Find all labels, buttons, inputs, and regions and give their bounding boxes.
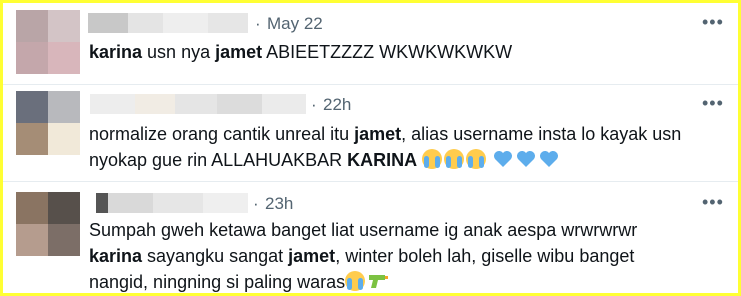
tweet-date[interactable]: 23h <box>265 194 293 214</box>
text-line: nangid, ningning si paling waras <box>89 269 637 293</box>
text: ABIEETZZZZ WKWKWKWKW <box>262 42 513 62</box>
tweet-3[interactable]: · 23h ••• Sumpah gweh ketawa banget liat… <box>3 182 738 293</box>
more-horizontal-icon[interactable]: ••• <box>702 93 724 114</box>
text-bold: jamet <box>288 246 336 266</box>
blue-heart-icon <box>494 151 513 167</box>
avatar[interactable] <box>16 91 80 155</box>
text-line: Sumpah gweh ketawa banget liat username … <box>89 217 637 243</box>
more-horizontal-icon[interactable]: ••• <box>702 12 724 33</box>
text-bold: karina <box>89 42 143 62</box>
loudly-crying-face-icon <box>466 149 487 169</box>
blurred-username[interactable] <box>90 94 306 114</box>
text: nangid, ningning si paling waras <box>89 272 346 292</box>
text-bold: karina <box>89 246 143 266</box>
avatar[interactable] <box>16 10 80 74</box>
text-bold: KARINA <box>347 150 418 170</box>
loudly-crying-face-icon <box>422 149 443 169</box>
tweet-2[interactable]: · 22h ••• normalize orang cantik unreal … <box>3 85 738 181</box>
text-line: nyokap gue rin ALLAHUAKBAR KARINA <box>89 147 681 173</box>
tweet-1[interactable]: · May 22 ••• karina usn nya jamet ABIEET… <box>3 3 738 85</box>
water-pistol-icon <box>369 275 389 288</box>
text: Sumpah gweh ketawa banget liat username … <box>89 220 638 240</box>
text-line: normalize orang cantik unreal itu jamet,… <box>89 121 681 147</box>
blurred-username[interactable] <box>96 193 248 213</box>
avatar[interactable] <box>16 192 80 256</box>
tweet-text: Sumpah gweh ketawa banget liat username … <box>89 217 637 293</box>
tweet-separator: · <box>253 194 259 213</box>
tweet-separator: · <box>311 95 317 114</box>
tweet-separator: · <box>255 14 261 33</box>
text: , alias username insta lo kayak usn <box>401 124 682 144</box>
tweet-date[interactable]: May 22 <box>267 14 323 34</box>
text: , winter boleh lah, giselle wibu banget <box>335 246 635 266</box>
loudly-crying-face-icon <box>345 271 366 291</box>
blurred-username[interactable] <box>88 13 248 33</box>
tweet-date[interactable]: 22h <box>323 95 351 115</box>
blue-heart-icon <box>517 151 536 167</box>
text: nyokap gue rin ALLAHUAKBAR <box>89 150 348 170</box>
blue-heart-icon <box>540 151 559 167</box>
tweet-text: normalize orang cantik unreal itu jamet,… <box>89 121 681 173</box>
tweet-list-frame: · May 22 ••• karina usn nya jamet ABIEET… <box>3 3 738 293</box>
text-bold: jamet <box>354 124 402 144</box>
text-bold: jamet <box>215 42 263 62</box>
loudly-crying-face-icon <box>444 149 465 169</box>
tweet-text: karina usn nya jamet ABIEETZZZZ WKWKWKWK… <box>89 39 512 65</box>
text: usn nya <box>142 42 216 62</box>
text: normalize orang cantik unreal itu <box>89 124 355 144</box>
text: sayangku sangat <box>142 246 289 266</box>
more-horizontal-icon[interactable]: ••• <box>702 192 724 213</box>
text-line: karina sayangku sangat jamet, winter bol… <box>89 243 637 269</box>
